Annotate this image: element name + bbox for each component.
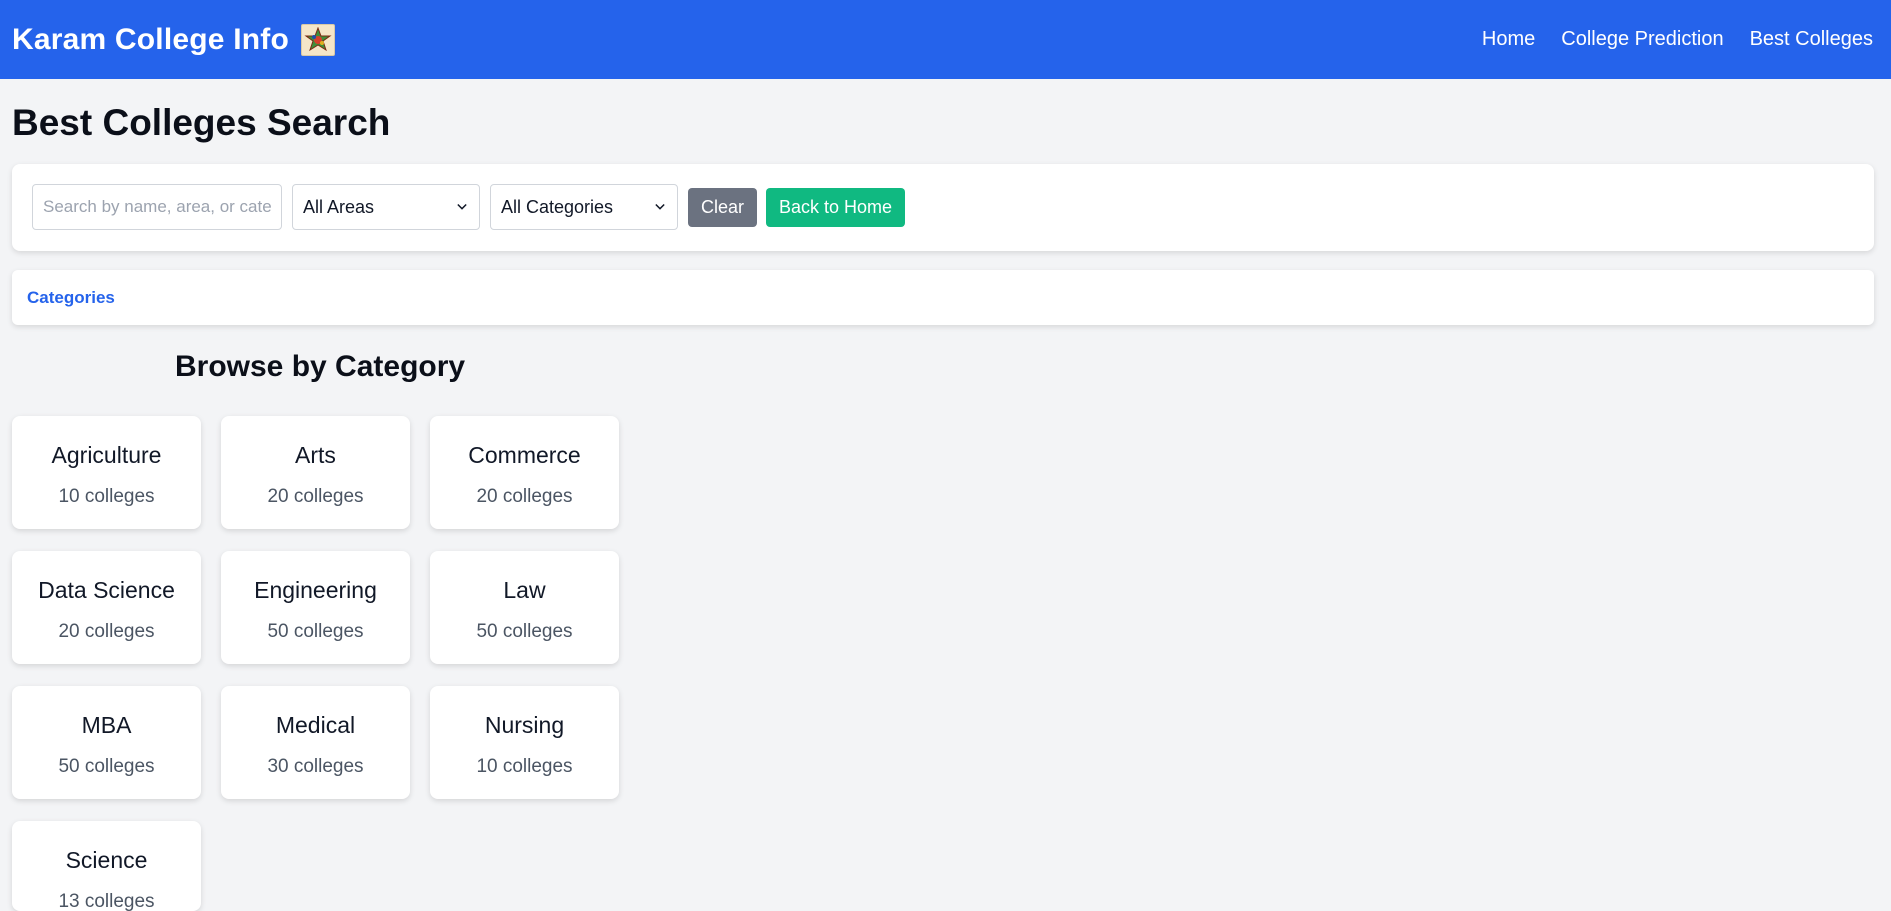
category-count: 10 colleges <box>476 756 573 777</box>
brand-logo-icon <box>300 23 335 56</box>
category-card-engineering[interactable]: Engineering 50 colleges <box>221 551 410 664</box>
clear-button[interactable]: Clear <box>688 188 757 227</box>
tab-categories[interactable]: Categories <box>27 288 115 308</box>
section-title: Browse by Category <box>175 350 466 383</box>
category-count: 50 colleges <box>267 621 364 642</box>
page-title: Best Colleges Search <box>12 102 391 143</box>
nav-best-colleges-link[interactable]: Best Colleges <box>1750 28 1873 51</box>
category-select-value: All Categories <box>501 196 614 217</box>
nav-home-link[interactable]: Home <box>1482 28 1535 51</box>
category-card-nursing[interactable]: Nursing 10 colleges <box>430 686 619 799</box>
category-name: Arts <box>295 442 336 468</box>
category-name: Science <box>65 847 148 873</box>
chevron-down-icon <box>655 202 665 212</box>
category-select[interactable]: All Categories <box>490 184 678 230</box>
brand-title[interactable]: Karam College Info <box>12 23 289 57</box>
category-card-data-science[interactable]: Data Science 20 colleges <box>12 551 201 664</box>
category-name: Commerce <box>468 442 581 468</box>
category-card-science[interactable]: Science 13 colleges <box>12 821 201 911</box>
category-card-law[interactable]: Law 50 colleges <box>430 551 619 664</box>
category-count: 20 colleges <box>58 621 155 642</box>
category-count: 13 colleges <box>58 891 155 911</box>
category-card-arts[interactable]: Arts 20 colleges <box>221 416 410 529</box>
category-count: 10 colleges <box>58 486 155 507</box>
category-count: 20 colleges <box>476 486 573 507</box>
chevron-down-icon <box>457 202 467 212</box>
category-name: Engineering <box>254 577 377 603</box>
category-name: Data Science <box>38 577 175 603</box>
category-count: 50 colleges <box>58 756 155 777</box>
category-count: 20 colleges <box>267 486 364 507</box>
category-name: Agriculture <box>51 442 162 468</box>
search-input[interactable] <box>32 184 282 230</box>
category-name: MBA <box>81 712 132 738</box>
top-navbar: Karam College Info Home College Predicti… <box>0 0 1891 79</box>
category-card-agriculture[interactable]: Agriculture 10 colleges <box>12 416 201 529</box>
category-count: 30 colleges <box>267 756 364 777</box>
category-card-commerce[interactable]: Commerce 20 colleges <box>430 416 619 529</box>
search-panel: All Areas All Categories Clear Back to H… <box>12 164 1874 251</box>
nav-college-prediction-link[interactable]: College Prediction <box>1561 28 1723 51</box>
category-name: Medical <box>275 712 356 738</box>
tabs-panel: Categories <box>12 270 1874 325</box>
category-name: Law <box>503 577 546 603</box>
category-card-mba[interactable]: MBA 50 colleges <box>12 686 201 799</box>
back-to-home-button[interactable]: Back to Home <box>766 188 905 227</box>
area-select-value: All Areas <box>303 196 375 217</box>
nav-links: Home College Prediction Best Colleges <box>1482 28 1879 51</box>
brand[interactable]: Karam College Info <box>12 23 335 57</box>
area-select[interactable]: All Areas <box>292 184 480 230</box>
category-card-medical[interactable]: Medical 30 colleges <box>221 686 410 799</box>
category-name: Nursing <box>484 712 565 738</box>
category-count: 50 colleges <box>476 621 573 642</box>
